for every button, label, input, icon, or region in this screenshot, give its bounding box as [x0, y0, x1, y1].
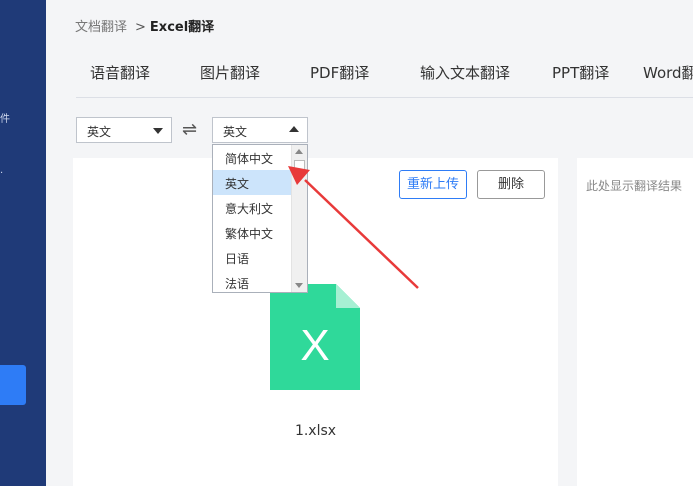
breadcrumb-parent[interactable]: 文档翻译 [75, 20, 127, 35]
chevron-up-icon [289, 126, 299, 132]
source-language-value: 英文 [87, 125, 112, 139]
chevron-down-icon [153, 128, 163, 134]
breadcrumb-current: Excel翻译 [149, 20, 215, 35]
tab-text-input[interactable]: 输入文本翻译 [420, 62, 510, 83]
sidebar-text-fragment: . [0, 165, 4, 176]
translation-result-panel: 此处显示翻译结果 [577, 158, 693, 486]
language-option-english[interactable]: 英文 [213, 170, 292, 195]
tabs-divider [76, 97, 693, 98]
target-language-value: 英文 [223, 125, 248, 139]
excel-file-icon: X [270, 284, 360, 390]
sidebar-active-item[interactable] [0, 365, 26, 405]
scroll-down-icon[interactable] [295, 283, 303, 288]
translation-tabs: 语音翻译 图片翻译 PDF翻译 输入文本翻译 PPT翻译 Word翻 [46, 47, 693, 97]
tab-pdf[interactable]: PDF翻译 [310, 62, 369, 83]
main-area: 文档翻译 > Excel翻译 语音翻译 图片翻译 PDF翻译 输入文本翻译 PPT翻… [46, 0, 693, 486]
scroll-up-icon[interactable] [295, 149, 303, 154]
swap-languages-icon[interactable]: ⇌ [182, 119, 197, 140]
file-name: 1.xlsx [294, 423, 337, 439]
scrollbar-thumb[interactable] [294, 160, 305, 176]
source-file-panel: 重新上传 删除 X 1.xlsx [73, 158, 558, 486]
sidebar: 件 . [0, 0, 46, 486]
breadcrumb: 文档翻译 > Excel翻译 [75, 16, 214, 35]
breadcrumb-separator: > [135, 20, 146, 35]
reupload-button[interactable]: 重新上传 [399, 170, 467, 199]
source-language-select[interactable]: 英文 [76, 117, 172, 143]
tab-word[interactable]: Word翻 [643, 62, 693, 83]
language-option-traditional-chinese[interactable]: 繁体中文 [213, 220, 292, 245]
language-option-simplified-chinese[interactable]: 简体中文 [213, 145, 292, 170]
tab-speech[interactable]: 语音翻译 [90, 62, 150, 83]
tab-ppt[interactable]: PPT翻译 [552, 62, 609, 83]
language-option-japanese[interactable]: 日语 [213, 245, 292, 270]
language-option-italian[interactable]: 意大利文 [213, 195, 292, 220]
tab-image[interactable]: 图片翻译 [200, 62, 260, 83]
dropdown-scrollbar[interactable] [291, 145, 307, 292]
delete-button[interactable]: 删除 [477, 170, 545, 199]
excel-icon-letter: X [300, 321, 329, 370]
sidebar-text-fragment: 件 [0, 114, 10, 125]
result-placeholder: 此处显示翻译结果 [586, 179, 683, 193]
target-language-dropdown: 简体中文 英文 意大利文 繁体中文 日语 法语 [212, 144, 308, 293]
target-language-select[interactable]: 英文 [212, 117, 308, 143]
language-option-french[interactable]: 法语 [213, 270, 292, 295]
